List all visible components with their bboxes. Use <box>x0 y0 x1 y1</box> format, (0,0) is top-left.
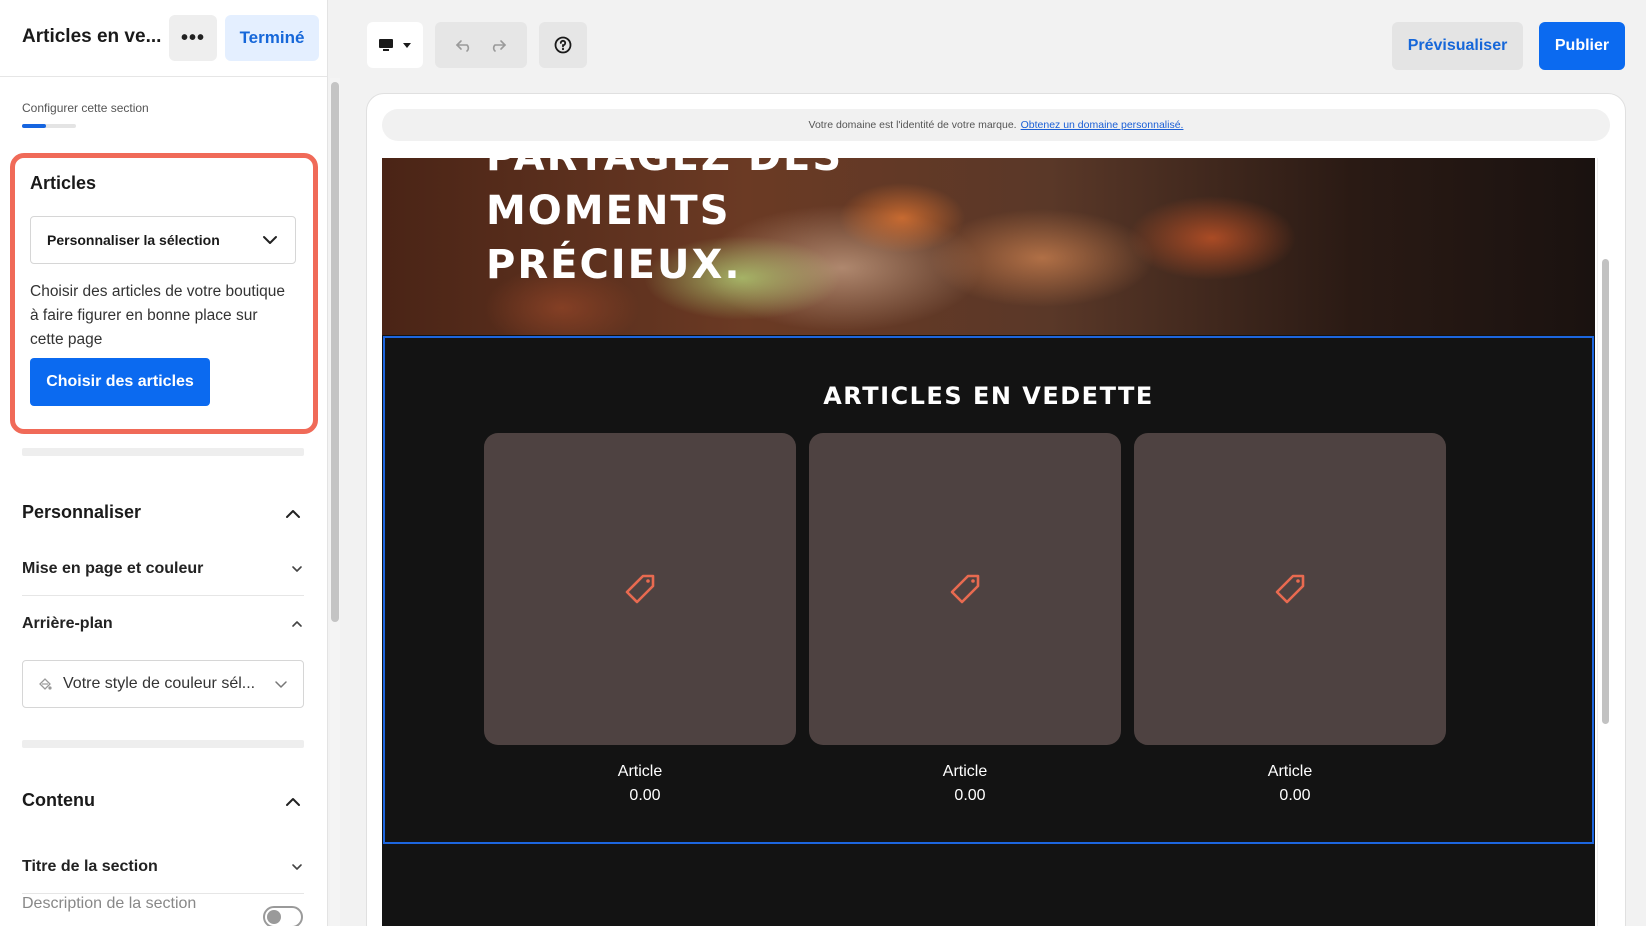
product-image-placeholder <box>1134 433 1446 745</box>
choose-articles-button[interactable]: Choisir des articles <box>30 358 210 406</box>
help-button[interactable] <box>539 22 587 68</box>
product-image-placeholder <box>484 433 796 745</box>
content-heading: Contenu <box>22 790 95 810</box>
done-button[interactable]: Terminé <box>225 15 319 61</box>
setup-progress-fill <box>22 124 47 128</box>
custom-domain-link[interactable]: Obtenez un domaine personnalisé. <box>1021 119 1184 131</box>
help-icon <box>554 36 572 54</box>
hero-headline: PARTAGEZ DES MOMENTS PRÉCIEUX. <box>486 158 843 292</box>
articles-selection-dropdown[interactable]: Personnaliser la sélection <box>30 216 296 264</box>
hero-line: MOMENTS <box>486 188 731 234</box>
hero-line: PRÉCIEUX. <box>486 242 742 288</box>
domain-banner-text: Votre domaine est l'identité de votre ma… <box>808 119 1017 131</box>
product-card[interactable]: Article 0.00 <box>809 433 1121 805</box>
caret-down-icon <box>403 43 411 48</box>
divider <box>22 740 304 748</box>
chevron-up-icon <box>292 621 302 627</box>
product-price: 0.00 <box>629 787 661 804</box>
palette-icon <box>39 678 52 690</box>
tag-icon <box>625 574 655 604</box>
product-name: Article <box>1267 763 1313 780</box>
section-description-label: Description de la section <box>22 895 197 912</box>
product-price: 0.00 <box>1279 787 1311 804</box>
background-label: Arrière-plan <box>22 615 113 632</box>
desktop-icon <box>379 39 393 51</box>
layout-color-row[interactable]: Mise en page et couleur <box>22 542 304 596</box>
background-row[interactable]: Arrière-plan <box>22 597 304 651</box>
undo-redo-group <box>435 22 527 68</box>
product-card[interactable]: Article 0.00 <box>484 433 796 805</box>
redo-icon[interactable] <box>489 38 507 52</box>
more-options-button[interactable]: ••• <box>169 15 217 61</box>
customize-heading: Personnaliser <box>22 502 142 522</box>
hero-line: PARTAGEZ DES <box>486 158 843 184</box>
chevron-up-icon[interactable] <box>284 505 302 523</box>
site-preview-frame: Votre domaine est l'identité de votre ma… <box>366 93 1626 926</box>
product-name: Article <box>942 763 988 780</box>
chevron-down-icon <box>263 236 277 244</box>
articles-description: Choisir des articles de votre boutique à… <box>30 283 286 348</box>
product-name: Article <box>617 763 663 780</box>
product-image-placeholder <box>809 433 1121 745</box>
section-title: Articles en ve... <box>22 26 162 47</box>
preview-button[interactable]: Prévisualiser <box>1392 22 1523 70</box>
section-title-row[interactable]: Titre de la section <box>22 840 304 894</box>
color-style-dropdown[interactable]: Votre style de couleur sél... <box>22 660 304 708</box>
featured-title: ARTICLES EN VEDETTE <box>823 382 1154 410</box>
product-card[interactable]: Article 0.00 <box>1134 433 1446 805</box>
domain-banner: Votre domaine est l'identité de votre ma… <box>382 109 1610 141</box>
tag-icon <box>1275 574 1305 604</box>
section-description-row: Description de la section <box>22 895 304 925</box>
articles-heading: Articles <box>30 173 97 193</box>
section-title-label: Titre de la section <box>22 857 158 875</box>
device-switcher[interactable] <box>367 22 423 68</box>
undo-icon[interactable] <box>455 38 473 52</box>
setup-progress <box>22 124 76 128</box>
chevron-down-icon <box>292 565 302 572</box>
preview-scroll-thumb[interactable] <box>1602 259 1609 724</box>
articles-panel: Articles Personnaliser la sélection Choi… <box>10 153 318 434</box>
configure-subtitle: Configurer cette section <box>22 101 149 115</box>
sidebar-scroll-thumb[interactable] <box>331 82 339 622</box>
tag-icon <box>950 574 980 604</box>
chevron-up-icon[interactable] <box>284 793 302 811</box>
featured-products-section[interactable]: ARTICLES EN VEDETTE Article 0.00 Article… <box>383 336 1594 844</box>
publish-button[interactable]: Publier <box>1539 22 1625 70</box>
toggle-knob <box>267 910 281 924</box>
site-canvas: PARTAGEZ DES MOMENTS PRÉCIEUX. ARTICLES … <box>382 158 1595 926</box>
chevron-down-icon <box>275 681 287 688</box>
layout-color-label: Mise en page et couleur <box>22 559 204 577</box>
editor-sidebar: Articles en ve... ••• Terminé Configurer… <box>0 0 328 926</box>
sidebar-header: Articles en ve... ••• Terminé <box>0 0 327 77</box>
chevron-down-icon <box>292 863 302 870</box>
product-price: 0.00 <box>954 787 986 804</box>
hero-image: PARTAGEZ DES MOMENTS PRÉCIEUX. <box>382 158 1595 335</box>
divider <box>22 448 304 456</box>
color-style-value: Votre style de couleur sél... <box>63 675 256 692</box>
section-description-toggle[interactable] <box>263 906 303 926</box>
articles-selection-value: Personnaliser la sélection <box>47 232 220 248</box>
